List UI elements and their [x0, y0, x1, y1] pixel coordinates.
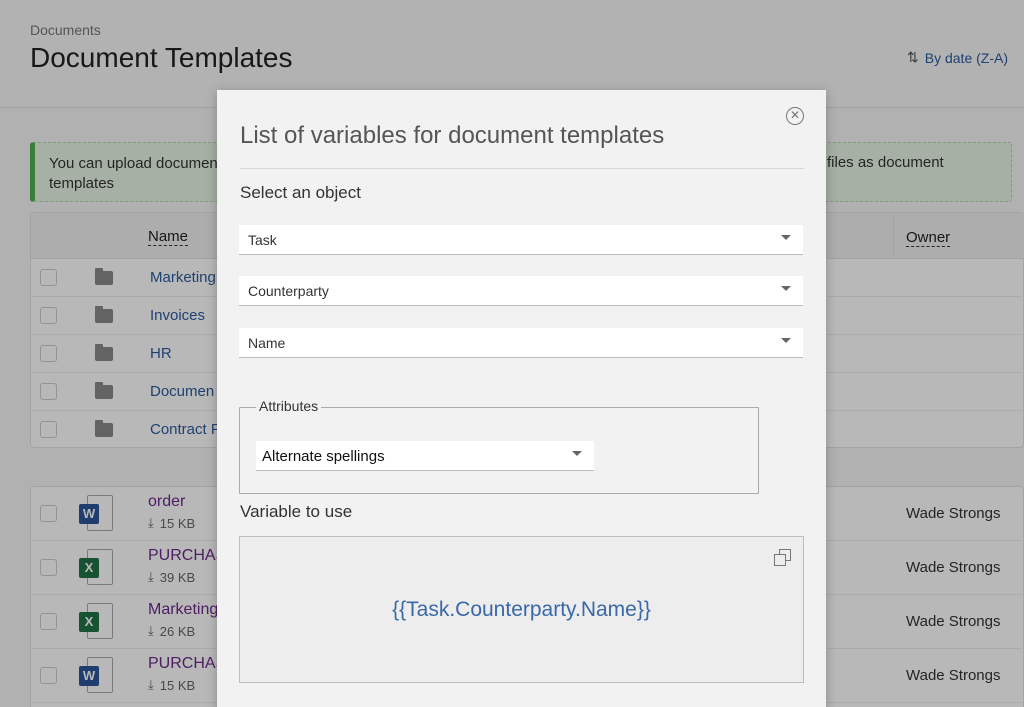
field-select-value: Counterparty — [248, 283, 329, 299]
chevron-down-icon — [781, 338, 791, 343]
chevron-down-icon — [781, 286, 791, 291]
attributes-fieldset: Attributes Alternate spellings — [239, 398, 759, 494]
object-select-value: Task — [248, 232, 277, 248]
select-object-label: Select an object — [240, 183, 361, 202]
divider — [240, 168, 804, 169]
subfield-select-value: Name — [248, 335, 286, 351]
subfield-select[interactable]: Name — [239, 328, 803, 358]
variable-value[interactable]: {{Task.Counterparty.Name}} — [240, 598, 803, 622]
variables-modal: ✕ List of variables for document templat… — [217, 90, 826, 707]
attributes-legend: Attributes — [256, 398, 322, 414]
chevron-down-icon — [572, 451, 582, 456]
object-select[interactable]: Task — [239, 225, 803, 255]
field-select[interactable]: Counterparty — [239, 276, 803, 306]
attribute-select[interactable]: Alternate spellings — [256, 441, 594, 471]
attribute-select-value: Alternate spellings — [262, 448, 385, 465]
variable-output: {{Task.Counterparty.Name}} — [239, 536, 804, 683]
copy-icon[interactable] — [774, 549, 791, 566]
chevron-down-icon — [781, 235, 791, 240]
close-icon[interactable]: ✕ — [786, 107, 804, 125]
modal-title: List of variables for document templates — [240, 122, 665, 149]
variable-label: Variable to use — [240, 502, 353, 521]
